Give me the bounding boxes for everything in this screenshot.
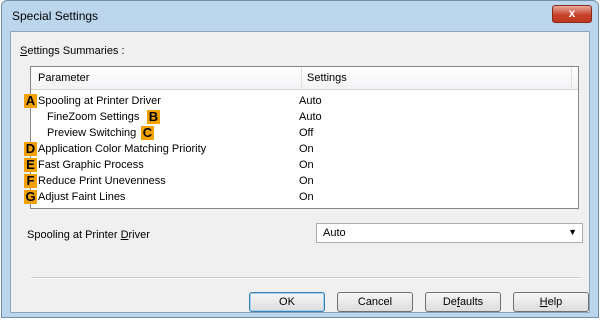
help-label-rest: elp	[547, 296, 563, 308]
callout-marker-g: G	[24, 189, 37, 204]
list-item[interactable]: Preview Switching Off	[31, 126, 578, 142]
callout-marker-b: B	[147, 109, 160, 124]
parameter-value: On	[299, 159, 314, 171]
parameter-value: Auto	[299, 95, 322, 107]
parameter-name: Adjust Faint Lines	[38, 191, 126, 203]
column-header-parameter[interactable]: Parameter	[38, 72, 89, 84]
parameter-value: On	[299, 191, 314, 203]
column-header-settings[interactable]: Settings	[307, 72, 347, 84]
special-settings-dialog: Special Settings x Settings Summaries : …	[1, 0, 599, 318]
parameter-name: Reduce Print Unevenness	[38, 175, 166, 187]
parameter-value: On	[299, 175, 314, 187]
ok-button[interactable]: OK	[249, 292, 325, 312]
list-item[interactable]: Spooling at Printer Driver Auto	[31, 94, 578, 110]
parameter-value: On	[299, 143, 314, 155]
list-item[interactable]: FineZoom Settings Auto	[31, 110, 578, 126]
callout-marker-d: D	[24, 141, 37, 156]
parameter-name: Preview Switching	[47, 127, 137, 139]
callout-marker-c: C	[141, 125, 154, 140]
help-button[interactable]: Help	[513, 292, 589, 312]
title-bar[interactable]: Special Settings x	[2, 1, 598, 31]
parameter-value: Auto	[299, 111, 322, 123]
cancel-button[interactable]: Cancel	[337, 292, 413, 312]
list-item[interactable]: Application Color Matching Priority On	[31, 142, 578, 158]
settings-summaries-label: Settings Summaries :	[20, 45, 125, 57]
close-button[interactable]: x	[552, 5, 592, 23]
defaults-button[interactable]: Defaults	[425, 292, 501, 312]
callout-marker-a: A	[24, 93, 37, 108]
ok-button-label: OK	[279, 296, 295, 308]
spooling-access-key: D	[120, 229, 129, 241]
help-access-key: H	[539, 296, 548, 308]
chevron-down-icon[interactable]: ▼	[568, 227, 577, 237]
parameter-name: Spooling at Printer Driver	[38, 95, 161, 107]
spooling-select[interactable]: Auto ▼	[316, 223, 583, 243]
callout-marker-f: F	[24, 174, 37, 188]
list-item[interactable]: Adjust Faint Lines On	[31, 190, 578, 206]
column-divider[interactable]	[301, 67, 302, 89]
list-item[interactable]: Fast Graphic Process On	[31, 158, 578, 174]
separator	[31, 277, 581, 279]
settings-summaries-list[interactable]: Parameter Settings Spooling at Printer D…	[24, 66, 579, 209]
spooling-label-rest: river	[128, 229, 150, 241]
parameter-value: Off	[299, 127, 314, 139]
defaults-label-rest: aults	[459, 296, 484, 308]
parameter-name: FineZoom Settings	[47, 111, 140, 123]
list-header: Parameter Settings	[31, 67, 578, 90]
spooling-label-prefix: Spooling at Printer	[27, 229, 121, 241]
dialog-title: Special Settings	[12, 9, 99, 23]
close-icon: x	[568, 6, 576, 20]
settings-summaries-label-rest: ettings Summaries :	[27, 45, 125, 57]
parameter-name: Application Color Matching Priority	[38, 143, 207, 155]
list-item[interactable]: Reduce Print Unevenness On	[31, 174, 578, 190]
defaults-label-prefix: De	[442, 296, 457, 308]
column-divider[interactable]	[571, 67, 572, 89]
spooling-selected-value: Auto	[323, 227, 346, 239]
spooling-label: Spooling at Printer Driver	[27, 229, 150, 241]
dialog-body: Settings Summaries : Parameter Settings …	[10, 31, 590, 313]
cancel-button-label: Cancel	[357, 296, 393, 308]
callout-marker-e: E	[24, 158, 37, 172]
parameter-name: Fast Graphic Process	[38, 159, 144, 171]
